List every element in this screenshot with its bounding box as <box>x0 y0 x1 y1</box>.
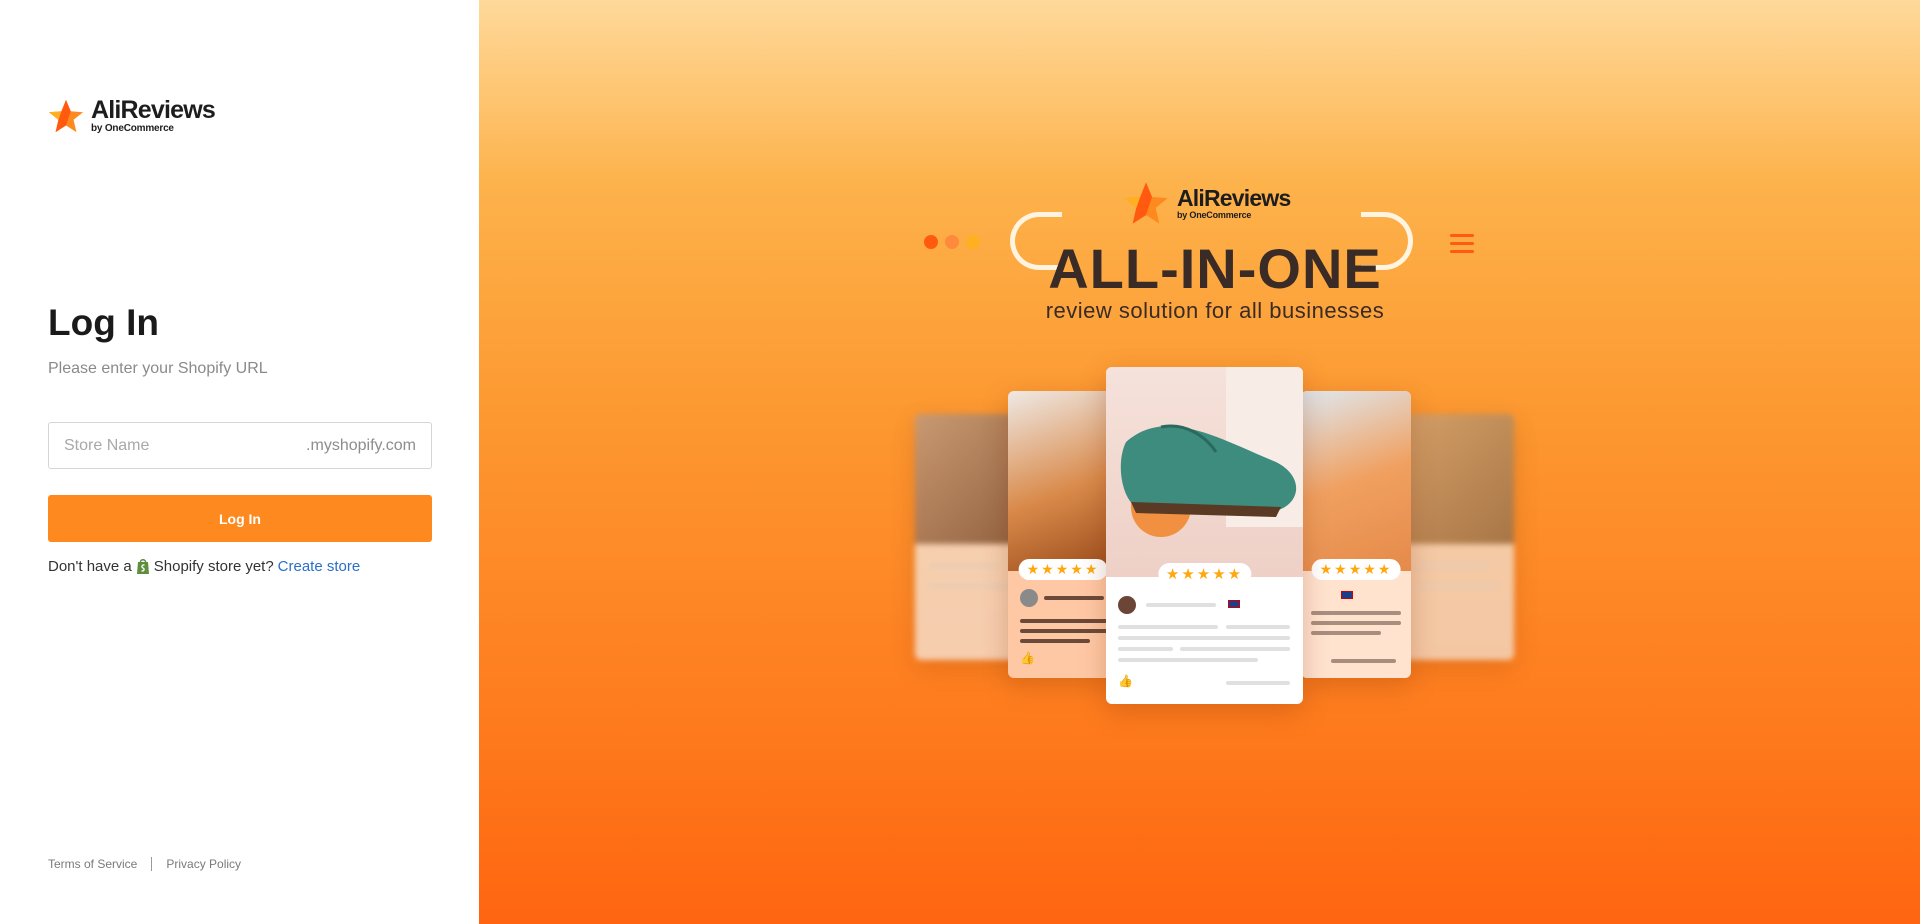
star-logo-icon <box>48 99 84 133</box>
reviewer-avatar <box>1020 589 1038 607</box>
hero-tagline: review solution for all businesses <box>1045 298 1385 323</box>
window-dots <box>924 235 980 249</box>
hamburger-icon <box>1450 234 1474 253</box>
review-card-center: ★★★★★ 👍 <box>1106 367 1303 704</box>
signup-middle: yet? <box>245 558 274 575</box>
footer-divider <box>151 857 153 871</box>
hero-headline: ALL-IN-ONE <box>1048 237 1382 300</box>
reviewer-avatar <box>1118 596 1136 614</box>
rating-stars: ★★★★★ <box>1018 559 1108 580</box>
thumbs-up-icon: 👍 <box>1118 674 1133 688</box>
hero-brand-logo: AliReviews by OneCommerce <box>1121 180 1291 226</box>
brand-byline: by OneCommerce <box>91 123 174 134</box>
thumbs-up-icon: 👍 <box>1020 651 1035 665</box>
dot-red <box>924 235 938 249</box>
login-panel: AliReviews by OneCommerce Log In Please … <box>0 0 479 924</box>
dot-orange <box>945 235 959 249</box>
uk-flag-icon <box>1228 600 1240 608</box>
uk-flag-icon <box>1341 591 1353 599</box>
brand-logo[interactable]: AliReviews by OneCommerce <box>47 96 216 134</box>
review-card-right: ★★★★★ <box>1301 391 1411 678</box>
signup-prompt: Don't have a Shopify store yet? Create s… <box>48 558 360 575</box>
hero-brand-byline: by OneCommerce <box>1177 209 1252 220</box>
hero-banner: AliReviews by OneCommerce ALL-IN-ONE rev… <box>479 0 1920 924</box>
signup-shopify-text: Shopify store <box>153 558 242 575</box>
dot-yellow <box>966 235 980 249</box>
star-logo-icon <box>1124 182 1168 224</box>
hero-brand-name: AliReviews <box>1177 184 1291 211</box>
create-store-link[interactable]: Create store <box>278 558 361 575</box>
privacy-link[interactable]: Privacy Policy <box>166 857 241 871</box>
review-card-far-right <box>1404 414 1514 660</box>
login-button[interactable]: Log In <box>48 495 432 542</box>
page-subtitle: Please enter your Shopify URL <box>48 360 268 377</box>
shoe-image <box>1120 367 1303 537</box>
shopify-bag-icon <box>136 559 149 574</box>
rating-stars: ★★★★★ <box>1157 563 1252 585</box>
brand-name: AliReviews <box>91 96 216 124</box>
footer-links: Terms of Service Privacy Policy <box>48 857 241 871</box>
terms-link[interactable]: Terms of Service <box>48 857 137 871</box>
store-url-field: .myshopify.com <box>48 422 432 469</box>
store-name-input[interactable] <box>64 436 307 455</box>
rating-stars: ★★★★★ <box>1311 559 1401 580</box>
store-domain-suffix: .myshopify.com <box>306 436 416 454</box>
page-title: Log In <box>48 302 159 343</box>
review-card-left: ★★★★★ 👍 <box>1008 391 1118 678</box>
signup-prefix: Don't have a <box>48 558 132 575</box>
